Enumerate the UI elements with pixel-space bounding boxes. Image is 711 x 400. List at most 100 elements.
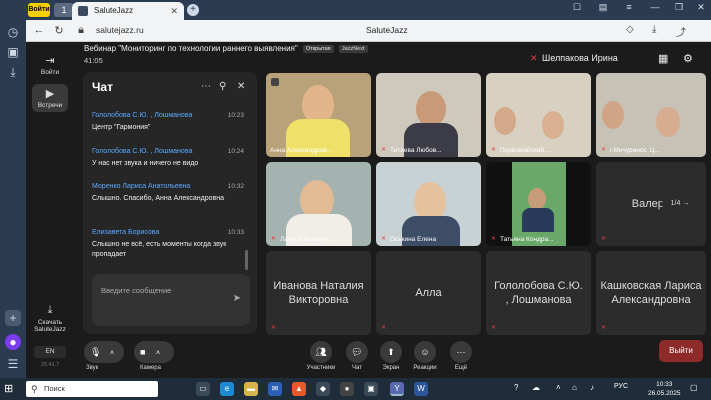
yandex-login-badge[interactable]: Войти: [28, 3, 50, 17]
reader-icon[interactable]: ▤: [594, 2, 612, 13]
close-tab-icon[interactable]: ✕: [170, 2, 178, 20]
video-tile[interactable]: Алла ✕: [376, 251, 481, 335]
participants-button[interactable]: 👥︎ Участники: [306, 341, 336, 371]
extensions-icon[interactable]: ◇: [626, 24, 634, 35]
nav-download[interactable]: ⤓ Скачать SaluteJazz: [32, 304, 68, 333]
maximize-icon[interactable]: ❐: [670, 2, 688, 13]
history-icon[interactable]: ◷: [5, 24, 21, 40]
chevron-up-icon[interactable]: ˄: [156, 350, 160, 357]
grid-view-icon[interactable]: ▦: [658, 52, 668, 65]
screen-label: Экран: [382, 365, 400, 371]
notifications-icon[interactable]: ▢: [690, 383, 698, 392]
taskbar-search-label: Поиск: [44, 384, 65, 393]
tab-one-icon[interactable]: ▣: [5, 44, 21, 60]
salutejazz-app: ⇥ Войти ▶ Встречи ⤓ Скачать SaluteJazz E…: [26, 42, 711, 378]
menu-icon[interactable]: ≡: [620, 2, 638, 12]
chat-scrollbar[interactable]: [245, 250, 248, 270]
page-title: SaluteJazz: [366, 25, 408, 35]
alice-icon[interactable]: ●: [5, 334, 21, 350]
mic-off-icon: ✕: [601, 236, 607, 242]
meeting-header: Вебинар "Мониторинг по технологии раннег…: [84, 44, 504, 72]
app-icon[interactable]: ◆: [316, 382, 330, 396]
leave-button[interactable]: Выйти: [659, 340, 703, 362]
taskbar-search[interactable]: ⚲ Поиск: [26, 381, 158, 397]
volume-icon[interactable]: ♪: [590, 383, 594, 392]
message-author: Гололобова С.Ю. , Лошманова: [92, 148, 193, 155]
video-tile[interactable]: ✕ Титаева Любов...: [376, 73, 481, 157]
help-icon[interactable]: ?: [514, 383, 518, 392]
share-icon[interactable]: ⤴: [676, 24, 686, 39]
app-icon[interactable]: ▲: [292, 382, 306, 396]
new-tab-icon[interactable]: +: [187, 4, 199, 16]
video-tile[interactable]: ✕ Татьяна Кондра...: [486, 162, 591, 246]
muted-mic-icon: ✕: [530, 53, 538, 63]
close-icon[interactable]: ✕: [237, 81, 245, 92]
pager-label: 1/4: [670, 200, 681, 207]
badge-open: Открытая: [302, 44, 334, 53]
participants-label: Участники: [306, 365, 336, 371]
participant-name: Иванова Наталия Викторовна: [273, 280, 364, 306]
message-text: Слышно. Спасибо, Анна Александровна: [92, 195, 225, 202]
search-icon[interactable]: ⚲: [219, 81, 226, 92]
mail-icon[interactable]: ✉: [268, 382, 282, 396]
video-tile[interactable]: ✕ г.Мичуринск, Ц...: [596, 73, 706, 157]
camera-button[interactable]: ■ ˄: [134, 341, 174, 363]
tab-salutejazz[interactable]: SaluteJazz ✕: [72, 2, 184, 20]
menu-icon[interactable]: ☰: [5, 356, 21, 372]
tray-chevron-icon[interactable]: ˄: [556, 383, 561, 392]
chevron-up-icon[interactable]: ˄: [110, 350, 114, 357]
settings-icon[interactable]: ⚙: [683, 52, 693, 65]
downloads-icon[interactable]: ⤓: [652, 24, 656, 35]
network-icon[interactable]: ⌂: [572, 383, 577, 392]
mic-off-icon: ✕: [381, 147, 387, 153]
reactions-button[interactable]: ☺ Реакции: [410, 341, 440, 371]
language-button[interactable]: EN: [34, 346, 66, 358]
camera-icon: ■: [140, 347, 146, 357]
video-tile[interactable]: Анна Александров...: [266, 73, 371, 157]
clock-date: 26.05.2025: [648, 390, 681, 397]
nav-meetings[interactable]: ▶ Встречи: [32, 84, 68, 112]
add-icon[interactable]: +: [5, 310, 21, 326]
video-tile[interactable]: ✕ Первомайский ...: [486, 73, 591, 157]
app-icon[interactable]: ▣: [364, 382, 378, 396]
download-icon[interactable]: ⤓: [5, 64, 21, 80]
send-icon[interactable]: ➤: [233, 293, 241, 304]
taskbar-clock[interactable]: 10:33 26.05.2025: [648, 380, 681, 398]
word-icon[interactable]: W: [414, 382, 428, 396]
mic-off-icon: ✕: [491, 325, 497, 331]
input-language[interactable]: РУС: [614, 383, 628, 390]
pager[interactable]: 1/4 →: [662, 193, 698, 215]
sound-button[interactable]: 🎙︎ ˄: [84, 341, 124, 363]
minimize-icon[interactable]: —: [646, 2, 664, 12]
more-icon[interactable]: ⋯: [201, 81, 211, 92]
nav-login[interactable]: ⇥ Войти: [32, 54, 68, 76]
app-icon[interactable]: ●: [340, 382, 354, 396]
video-tile[interactable]: ✕ Оськина Елена: [376, 162, 481, 246]
chat-input[interactable]: Введите сообщение ➤: [92, 274, 250, 326]
video-tile[interactable]: Гололобова С.Ю. , Лошманова ✕: [486, 251, 591, 335]
download-app-icon: ⤓: [47, 304, 53, 316]
yandex-browser-icon[interactable]: Y: [390, 382, 404, 396]
video-tile[interactable]: ✕ Лариса Васильe...: [266, 162, 371, 246]
back-icon[interactable]: ←: [32, 24, 46, 36]
video-tile[interactable]: Кашковская Лариса Александровна ✕: [596, 251, 706, 335]
edge-icon[interactable]: e: [220, 382, 234, 396]
chat-button[interactable]: 💬︎ Чат: [344, 341, 370, 371]
tab-count[interactable]: 1: [54, 3, 74, 17]
video-tile[interactable]: Иванова Наталия Викторовна ✕: [266, 251, 371, 335]
chat-label: Чат: [352, 365, 362, 371]
bookmark-icon[interactable]: ☐: [568, 2, 586, 13]
close-window-icon[interactable]: ✕: [692, 2, 710, 13]
chat-title: Чат: [92, 80, 113, 94]
file-explorer-icon[interactable]: ▬: [244, 382, 258, 396]
windows-start-icon[interactable]: ⊞: [4, 382, 18, 396]
screen-button[interactable]: ⬆ Экран: [378, 341, 404, 371]
task-view-icon[interactable]: ▭: [196, 382, 210, 396]
refresh-icon[interactable]: ↻: [52, 24, 66, 37]
app-left-nav: ⇥ Войти ▶ Встречи ⤓ Скачать SaluteJazz E…: [26, 42, 74, 378]
more-button[interactable]: ⋯ Ещё: [448, 341, 474, 371]
video-icon: ▶: [45, 88, 55, 100]
message-time: 10:32: [227, 183, 244, 190]
next-page-icon[interactable]: →: [682, 200, 689, 207]
url-field[interactable]: salutejazz.ru: [96, 25, 144, 35]
